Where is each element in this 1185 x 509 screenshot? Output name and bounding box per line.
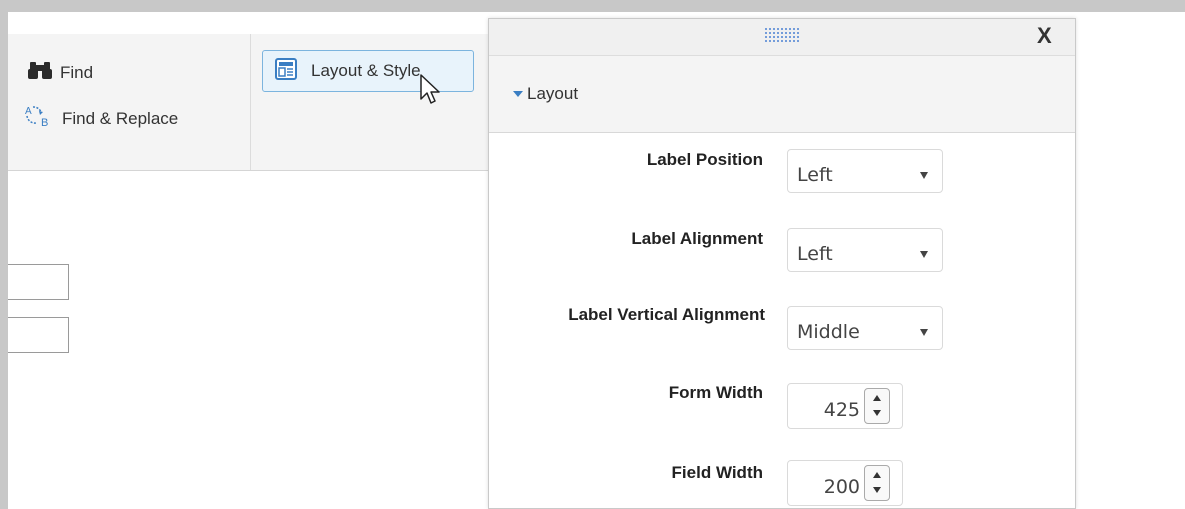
svg-text:A: A: [25, 106, 32, 117]
label-alignment-value: Left: [797, 243, 833, 265]
field-width-value: 200: [823, 476, 860, 498]
layout-section-header[interactable]: Layout: [489, 56, 1075, 133]
window-top-border: [0, 0, 1185, 12]
dropdown-arrow-icon: [920, 329, 928, 336]
close-button[interactable]: X: [1037, 23, 1052, 49]
dropdown-arrow-icon: [920, 251, 928, 258]
find-label: Find: [60, 62, 94, 82]
increment-arrow-icon[interactable]: [873, 472, 881, 478]
window-left-border: [0, 12, 8, 509]
label-vertical-alignment-value: Middle: [797, 321, 860, 343]
layout-style-label: Layout & Style: [311, 61, 421, 80]
find-replace-button[interactable]: A B Find & Replace: [24, 104, 178, 133]
decrement-arrow-icon[interactable]: [873, 410, 881, 416]
label-position-select[interactable]: Left: [787, 149, 943, 193]
form-width-spin-buttons: [864, 388, 890, 424]
caret-down-icon: [513, 91, 523, 97]
find-replace-label: Find & Replace: [62, 108, 179, 128]
ribbon-divider: [250, 34, 251, 170]
form-field-input[interactable]: [8, 317, 69, 353]
svg-text:B: B: [41, 117, 48, 128]
dropdown-arrow-icon: [920, 172, 928, 179]
layout-style-icon: [275, 57, 297, 85]
form-width-value: 425: [823, 399, 860, 421]
label-vertical-alignment-select[interactable]: Middle: [787, 306, 943, 350]
binoculars-icon: [28, 60, 52, 85]
layout-style-panel: X Layout Label Position Left Label Align…: [488, 18, 1076, 509]
form-width-label: Form Width: [668, 383, 763, 402]
field-width-spin-buttons: [864, 465, 890, 501]
form-field-input[interactable]: [8, 264, 69, 300]
label-position-value: Left: [797, 164, 833, 186]
mouse-pointer-icon: [420, 74, 440, 104]
decrement-arrow-icon[interactable]: [873, 487, 881, 493]
label-alignment-label: Label Alignment: [631, 229, 763, 248]
increment-arrow-icon[interactable]: [873, 395, 881, 401]
label-alignment-select[interactable]: Left: [787, 228, 943, 272]
label-position-label: Label Position: [646, 150, 763, 169]
layout-section-title: Layout: [527, 84, 579, 103]
find-replace-icon: A B: [24, 104, 54, 133]
label-vertical-alignment-label: Label Vertical Alignment: [568, 305, 765, 324]
find-button[interactable]: Find: [28, 60, 93, 85]
panel-titlebar[interactable]: X: [489, 19, 1075, 56]
field-width-stepper[interactable]: 200: [787, 460, 903, 506]
field-width-label: Field Width: [671, 463, 763, 482]
drag-handle-icon[interactable]: [764, 27, 800, 43]
form-width-stepper[interactable]: 425: [787, 383, 903, 429]
